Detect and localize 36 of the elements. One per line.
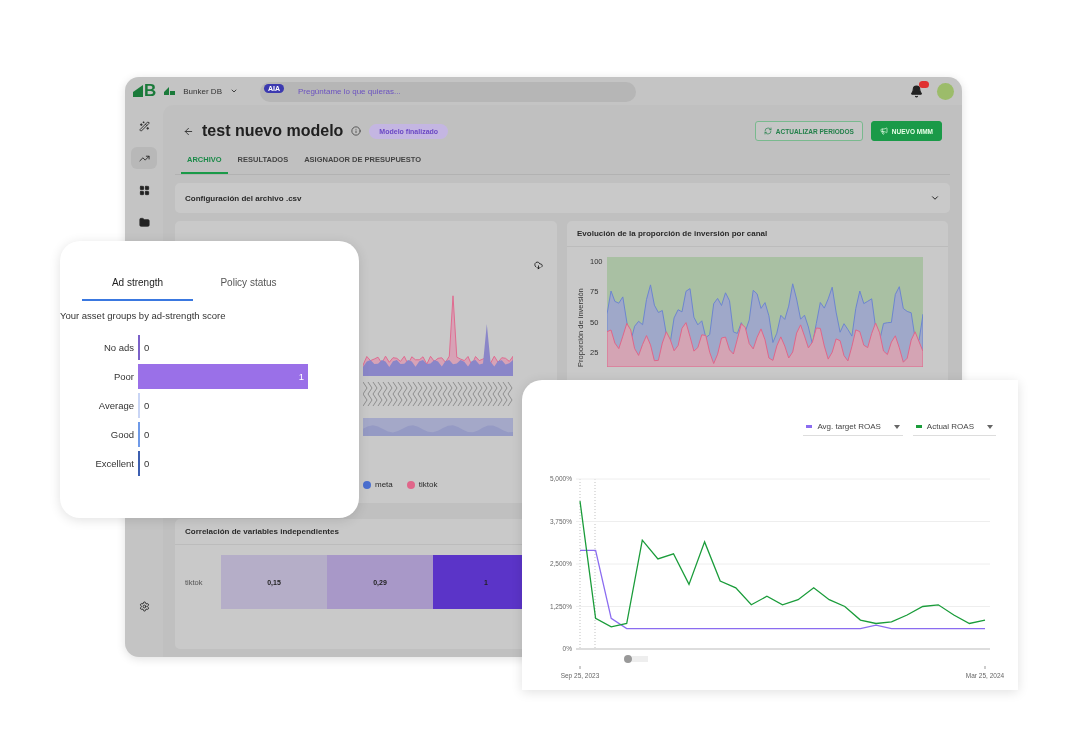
legend-item: meta [363,480,393,489]
back-arrow-icon[interactable] [183,125,194,137]
chevron-icon [930,193,940,203]
chart-icon[interactable] [131,147,157,169]
bar-label: No ads [102,342,135,353]
bar-value: 1 [297,371,305,382]
bar-value: 0 [143,429,151,440]
bar-label: Poor [112,371,135,382]
caret-icon [893,424,900,429]
tab[interactable]: Ad strength [82,269,193,301]
logo: B [133,81,157,101]
tab[interactable]: Policy status [193,269,304,301]
series-dropdown[interactable]: Actual ROAS [912,420,996,436]
chart-subtitle: Your asset groups by ad-strength score [60,310,227,321]
info-icon[interactable] [351,126,362,136]
refresh-icon [763,127,772,135]
series-dropdown[interactable]: Avg. target ROAS [803,420,903,436]
bar-value: 0 [143,400,151,411]
accordion[interactable]: Configuración del archivo .csv [175,183,950,213]
chevron-icon [229,87,238,95]
download-icon[interactable] [534,261,543,270]
bar-value: 0 [143,342,151,353]
page-title: test nuevo modelo [202,122,344,140]
workspace-logo-icon [164,87,176,95]
bell-icon[interactable] [910,84,923,98]
scroll-handle[interactable] [624,655,648,663]
workspace-selector[interactable]: Bunker DB [183,86,222,96]
bar-value: 0 [143,458,151,469]
bar-label: Excellent [94,458,135,469]
megaphone-icon [879,127,888,135]
bar-label: Average [97,400,135,411]
caret-icon [987,424,993,429]
bar-label: Good [109,429,135,440]
legend-item: tiktok [406,480,438,489]
accordion-title: Configuración del archivo .csv [185,193,302,203]
card-title: Evolución de la proporción de inversión por canal [567,221,948,247]
